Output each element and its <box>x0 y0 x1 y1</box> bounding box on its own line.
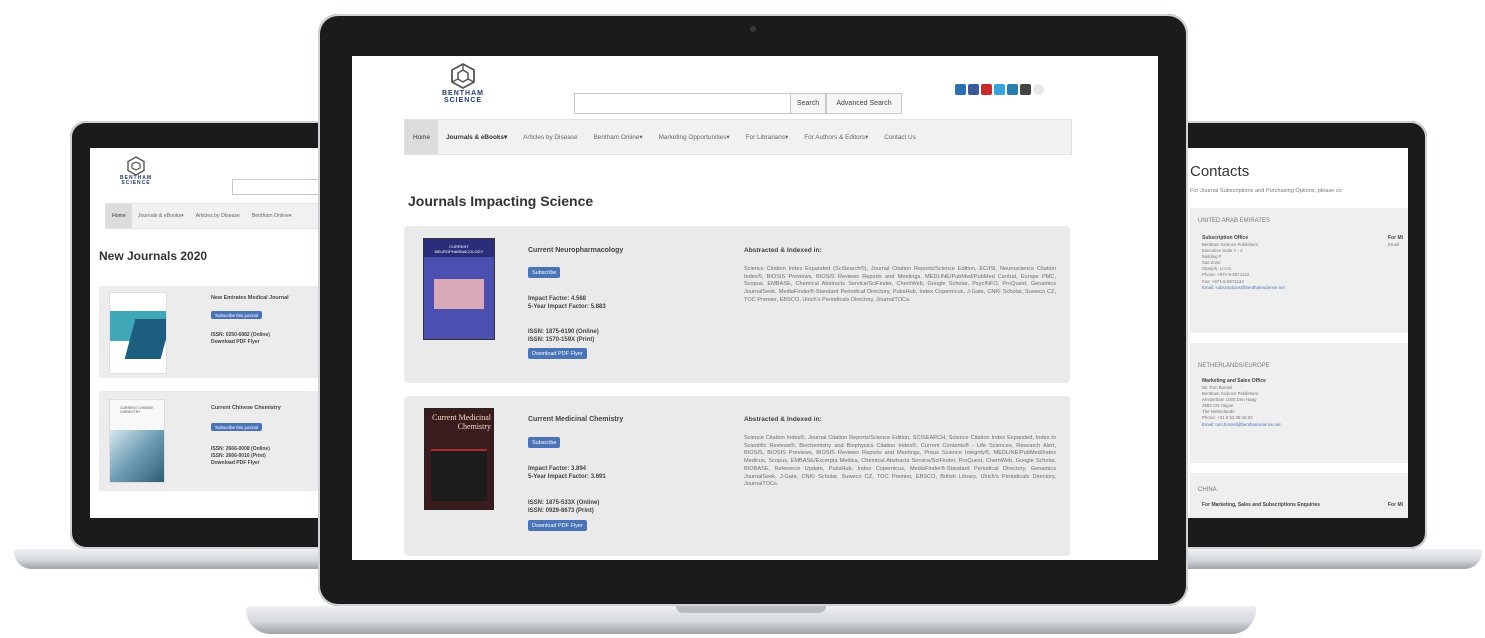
instagram-icon[interactable] <box>1020 84 1031 95</box>
impact-factor: Impact Factor: 3.894 <box>528 466 587 472</box>
logo-line2: SCIENCE <box>443 97 483 104</box>
left-nav-online[interactable]: Bentham Online▾ <box>246 204 298 228</box>
main-navbar: Home Journals & eBooks▾ Articles by Dise… <box>404 119 1072 155</box>
bentham-logo[interactable]: BENTHAM SCIENCE <box>442 62 484 104</box>
journal-cover-image[interactable]: CURRENT CHINESE CHEMISTRY <box>109 399 165 483</box>
journal-name[interactable]: Current Medicinal Chemistry <box>528 416 623 423</box>
abstracted-title: Abstracted & Indexed in: <box>744 416 822 423</box>
left-journal-issn: ISSN: 0250-6882 (Online) <box>211 332 270 338</box>
contact-region: UNITED ARAB EMIRATES <box>1198 218 1270 224</box>
contacts-title: Contacts <box>1190 163 1250 180</box>
right-screen: Contacts For Journal Subscriptions and P… <box>1150 148 1408 518</box>
nav-articles-by-disease[interactable]: Articles by Disease <box>515 120 585 154</box>
subscribe-button[interactable]: Subscribe this journal <box>211 311 263 319</box>
bentham-logo-icon <box>451 62 475 90</box>
linkedin-icon[interactable] <box>955 84 966 95</box>
advanced-search-button[interactable]: Advanced Search <box>826 93 902 114</box>
contact-lines: Mr. Tom Bonsel Bentham Science Publisher… <box>1202 385 1281 428</box>
download-flyer-button[interactable]: Download PDF Flyer <box>528 520 587 531</box>
contact-email-link[interactable]: Email: subscriptions@benthamscience.net <box>1202 285 1285 291</box>
contact-side-label: For Mi <box>1388 502 1403 508</box>
contact-office: Marketing and Sales Office <box>1202 378 1266 384</box>
facebook-icon[interactable] <box>968 84 979 95</box>
journal-cover-image[interactable] <box>109 292 167 374</box>
wordpress-icon[interactable] <box>1007 84 1018 95</box>
nav-home[interactable]: Home <box>405 120 439 154</box>
journal-cover-image[interactable]: CURRENT NEUROPHARMACOLOGY <box>423 238 495 340</box>
right-laptop-base <box>1150 549 1482 569</box>
impact-factor-5yr: 5-Year Impact Factor: 3.691 <box>528 474 606 480</box>
issn-online: ISSN: 1875-6190 (Online) <box>528 329 599 335</box>
issn-print: ISSN: 0929-8673 (Print) <box>528 508 594 514</box>
subscribe-button[interactable]: Subscribe <box>528 437 561 448</box>
subscribe-button[interactable]: Subscribe this journal <box>211 423 263 431</box>
abstracted-text: Science Citation Index Expanded (SciSear… <box>744 266 1056 303</box>
nav-contact-us[interactable]: Contact Us <box>876 120 924 154</box>
center-screen: BENTHAM SCIENCE Search Advanced Search H… <box>352 56 1158 560</box>
contacts-intro: For Journal Subscriptions and Purchasing… <box>1190 188 1342 194</box>
social-links <box>955 84 1044 95</box>
contact-email-link[interactable]: Email: tom.bonsel@benthamscience.net <box>1202 422 1281 428</box>
download-flyer-link[interactable]: Download PDF Flyer <box>211 460 260 466</box>
journal-name[interactable]: Current Neuropharmacology <box>528 247 623 254</box>
left-page-title: New Journals 2020 <box>99 249 208 263</box>
webcam <box>750 26 756 32</box>
left-journal-issn: ISSN: 2666-0008 (Online) <box>211 446 270 452</box>
contact-office: For Marketing, Sales and Subscriptions E… <box>1202 502 1321 508</box>
contact-side-label: For Mi <box>1388 235 1403 241</box>
left-logo[interactable]: BENTHAM SCIENCE <box>120 156 152 186</box>
logo-line1: BENTHAM <box>442 90 484 97</box>
contact-side-sub: Email <box>1388 242 1399 247</box>
contact-section: CHINA For Marketing, Sales and Subscript… <box>1190 473 1408 518</box>
abstracted-text: Science Citation Index®, Journal Citatio… <box>744 435 1056 488</box>
impact-factor: Impact Factor: 4.568 <box>528 296 587 302</box>
left-journal-issn: ISSN: 2666-0016 (Print) <box>211 453 266 459</box>
abstracted-title: Abstracted & Indexed in: <box>744 247 822 254</box>
rss-icon[interactable] <box>1033 84 1044 95</box>
nav-librarians[interactable]: For Librarians▾ <box>738 120 797 154</box>
left-journal-name[interactable]: Current Chinese Chemistry <box>211 405 281 411</box>
journal-card: Current Medicinal Chemistry Current Medi… <box>404 396 1070 556</box>
left-nav-home[interactable]: Home <box>106 204 132 228</box>
search-input[interactable] <box>574 93 792 114</box>
nav-authors-editors[interactable]: For Authors & Editors▾ <box>796 120 876 154</box>
page-title: Journals Impacting Science <box>408 193 594 209</box>
nav-marketing[interactable]: Marketing Opportunities▾ <box>651 120 738 154</box>
contact-region: NETHERLANDS/EUROPE <box>1198 363 1270 369</box>
issn-print: ISSN: 1570-159X (Print) <box>528 337 595 343</box>
download-flyer-button[interactable]: Download PDF Flyer <box>528 348 587 359</box>
download-flyer-link[interactable]: Download PDF Flyer <box>211 339 260 345</box>
journal-cover-image[interactable]: Current Medicinal Chemistry <box>424 408 494 510</box>
youtube-icon[interactable] <box>981 84 992 95</box>
search-button[interactable]: Search <box>790 93 826 114</box>
cover-title: Current Medicinal Chemistry <box>432 413 491 431</box>
left-nav-articles[interactable]: Articles by Disease <box>190 204 246 228</box>
twitter-icon[interactable] <box>994 84 1005 95</box>
left-nav-journals[interactable]: Journals & eBooks▾ <box>132 204 190 228</box>
contact-section: UNITED ARAB EMIRATES Subscription Office… <box>1190 208 1408 333</box>
left-journal-name[interactable]: New Emirates Medical Journal <box>211 295 289 301</box>
issn-online: ISSN: 1875-533X (Online) <box>528 500 600 506</box>
nav-journals-ebooks[interactable]: Journals & eBooks▾ <box>438 120 515 154</box>
contact-section: NETHERLANDS/EUROPE Marketing and Sales O… <box>1190 343 1408 463</box>
journal-card: CURRENT NEUROPHARMACOLOGY Current Neurop… <box>404 226 1070 383</box>
logo-line2: SCIENCE <box>121 180 151 186</box>
contact-lines: Bentham Science Publishers Executive Sui… <box>1202 242 1285 291</box>
center-laptop-base <box>246 606 1256 634</box>
trackpad-notch <box>676 606 826 613</box>
contact-region: CHINA <box>1198 487 1217 493</box>
cover-title: CURRENT NEUROPHARMACOLOGY <box>434 244 484 254</box>
impact-factor-5yr: 5-Year Impact Factor: 5.883 <box>528 304 606 310</box>
subscribe-button[interactable]: Subscribe <box>528 267 561 278</box>
contact-office: Subscription Office <box>1202 235 1249 241</box>
bentham-logo-icon <box>127 156 145 176</box>
nav-bentham-online[interactable]: Bentham Online▾ <box>586 120 651 154</box>
